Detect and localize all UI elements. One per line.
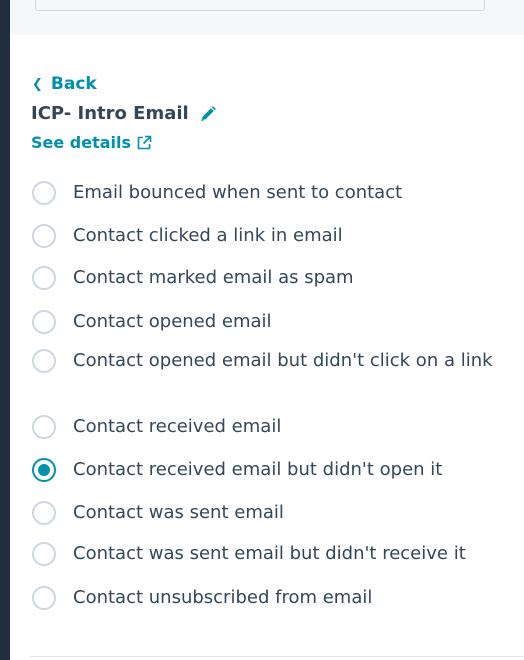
radio-button[interactable]: [32, 542, 56, 566]
title-row: ICP- Intro Email: [31, 103, 217, 124]
search-input[interactable]: [35, 0, 485, 11]
option-label: Contact opened email: [73, 311, 272, 332]
radio-option[interactable]: Contact clicked a link in email: [32, 224, 493, 248]
see-details-link[interactable]: See details: [31, 133, 152, 152]
radio-option[interactable]: Contact received email but didn't open i…: [32, 458, 493, 482]
option-label: Contact opened email but didn't click on…: [73, 350, 493, 371]
radio-option[interactable]: Contact opened email but didn't click on…: [32, 349, 493, 373]
radio-option[interactable]: Contact opened email: [32, 310, 493, 334]
sidebar-edge: [0, 0, 10, 660]
radio-option[interactable]: Contact was sent email but didn't receiv…: [32, 542, 493, 566]
option-label: Contact received email but didn't open i…: [73, 459, 443, 480]
pencil-icon[interactable]: [199, 105, 217, 123]
back-label: Back: [50, 74, 97, 94]
radio-button[interactable]: [32, 586, 56, 610]
radio-option[interactable]: Contact received email: [32, 415, 493, 439]
radio-button[interactable]: [32, 181, 56, 205]
external-link-icon: [136, 135, 152, 151]
radio-button[interactable]: [32, 224, 56, 248]
page-title: ICP- Intro Email: [31, 103, 189, 124]
option-panel: ❮ Back ICP- Intro Email See details Emai…: [10, 35, 524, 660]
radio-button-selected[interactable]: [32, 458, 56, 482]
radio-button[interactable]: [32, 349, 56, 373]
chevron-left-icon: ❮: [32, 76, 43, 92]
option-label: Email bounced when sent to contact: [73, 182, 403, 203]
option-label: Contact clicked a link in email: [73, 225, 343, 246]
radio-button[interactable]: [32, 310, 56, 334]
option-label: Contact marked email as spam: [73, 267, 354, 288]
see-details-label: See details: [31, 133, 132, 152]
radio-button[interactable]: [32, 501, 56, 525]
radio-option[interactable]: Email bounced when sent to contact: [32, 181, 493, 205]
radio-option[interactable]: Contact unsubscribed from email: [32, 586, 493, 610]
divider: [30, 656, 524, 657]
option-label: Contact was sent email but didn't receiv…: [73, 543, 466, 564]
option-label: Contact received email: [73, 416, 282, 437]
radio-button[interactable]: [32, 415, 56, 439]
back-link[interactable]: ❮ Back: [32, 73, 97, 95]
radio-option[interactable]: Contact was sent email: [32, 501, 493, 525]
top-panel: [10, 0, 524, 36]
radio-option[interactable]: Contact marked email as spam: [32, 266, 493, 290]
option-label: Contact was sent email: [73, 502, 284, 523]
radio-button[interactable]: [32, 266, 56, 290]
option-label: Contact unsubscribed from email: [73, 587, 373, 608]
